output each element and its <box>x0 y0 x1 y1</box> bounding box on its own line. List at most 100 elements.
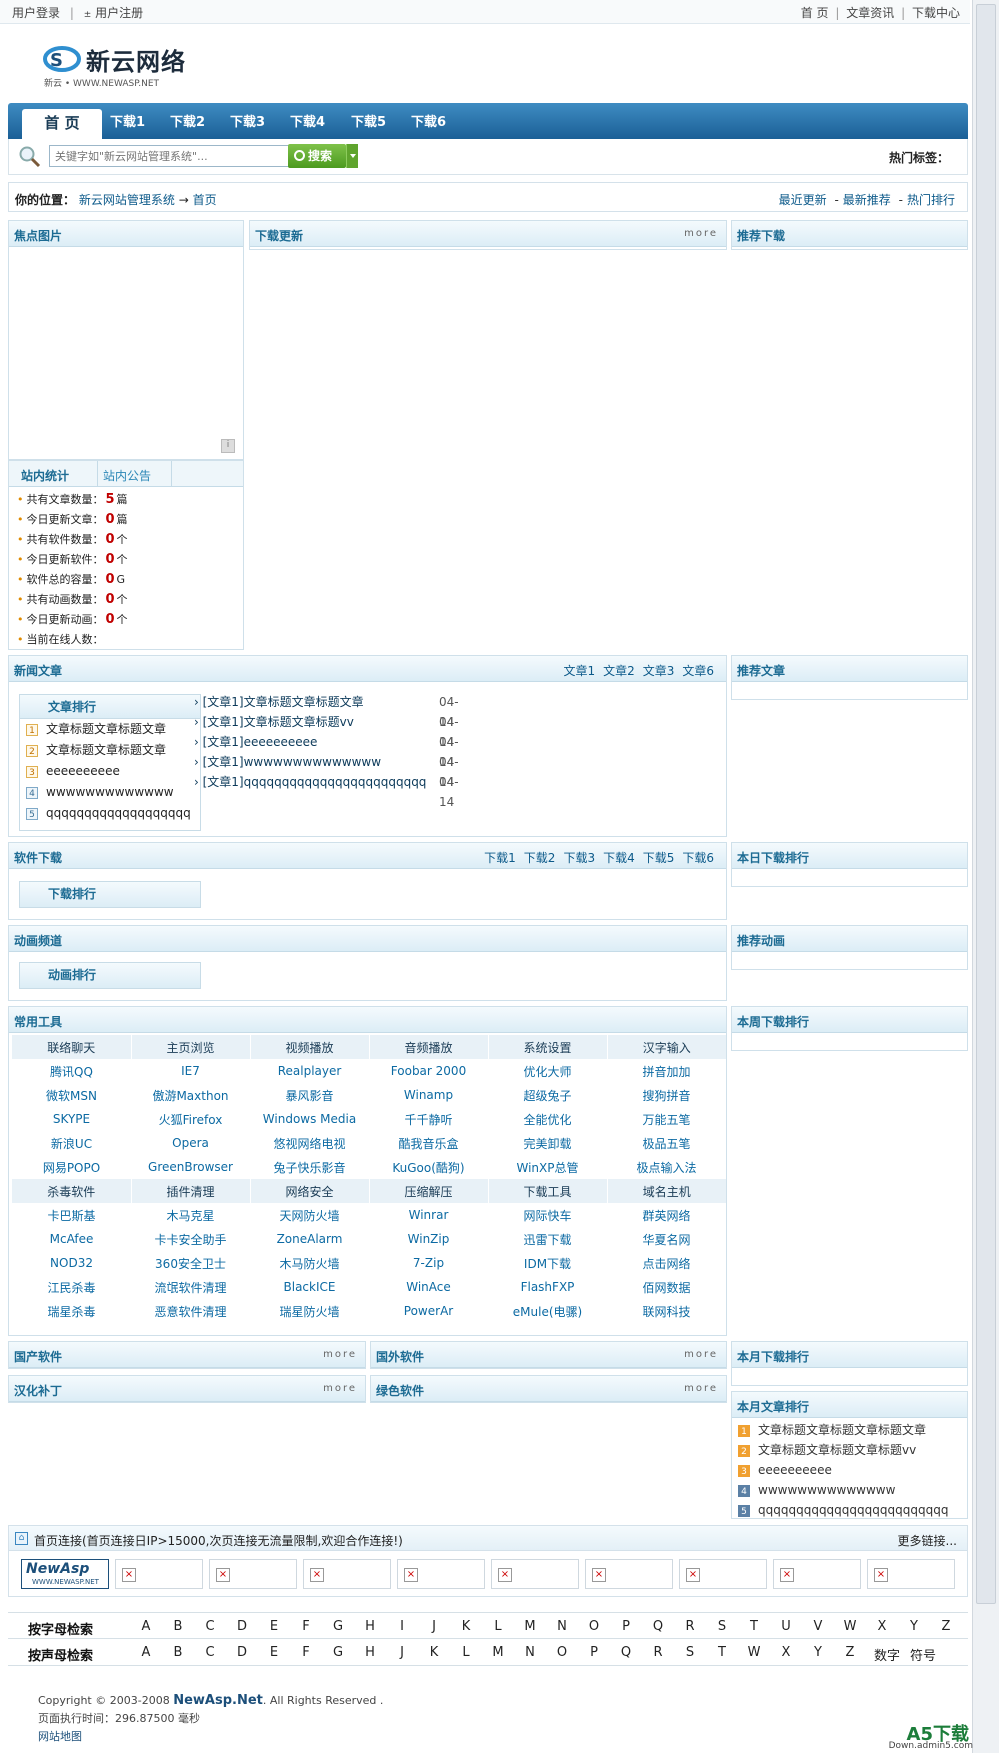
letter-link[interactable]: F <box>296 1645 316 1660</box>
tool-link[interactable]: NOD32 <box>12 1251 131 1275</box>
breadcrumb-home[interactable]: 首页 <box>193 193 217 207</box>
tool-link[interactable]: 悠视网络电视 <box>250 1131 369 1155</box>
nav-tab-download-1[interactable]: 下载1 <box>110 111 145 130</box>
soft-cat-link[interactable]: 下载1 <box>484 851 516 865</box>
tool-link[interactable]: 瑞星杀毒 <box>12 1299 131 1323</box>
login-link[interactable]: 用户登录 <box>12 6 60 20</box>
news-cat-link[interactable]: 文章3 <box>643 664 675 678</box>
tool-link[interactable]: 兔子快乐影音 <box>250 1155 369 1179</box>
news-item[interactable]: › [文章1]eeeeeeeeee 04-14 <box>194 732 459 769</box>
friend-link-box[interactable]: × <box>773 1559 861 1589</box>
tool-link[interactable]: 完美卸载 <box>488 1131 607 1155</box>
tool-link[interactable]: Opera <box>131 1131 250 1155</box>
tool-link[interactable]: 恶意软件清理 <box>131 1299 250 1323</box>
tool-link[interactable]: IDM下载 <box>488 1251 607 1275</box>
letter-link[interactable]: C <box>200 1645 220 1660</box>
more-link[interactable]: more <box>684 1349 718 1360</box>
tool-link[interactable]: 卡卡安全助手 <box>131 1227 250 1251</box>
letter-link[interactable]: Z <box>840 1645 860 1660</box>
tool-link[interactable]: ZoneAlarm <box>250 1227 369 1251</box>
tool-link[interactable]: 酷我音乐盒 <box>369 1131 488 1155</box>
tool-link[interactable]: 群英网络 <box>607 1203 726 1227</box>
list-item[interactable]: 1 文章标题文章标题文章 <box>20 719 200 740</box>
letter-link[interactable]: J <box>424 1619 444 1634</box>
letter-link[interactable]: B <box>168 1619 188 1634</box>
nav-tab-download-6[interactable]: 下载6 <box>411 111 446 130</box>
tool-link[interactable]: 卡巴斯基 <box>12 1203 131 1227</box>
tool-link[interactable]: 极点输入法 <box>607 1155 726 1179</box>
tool-link[interactable]: GreenBrowser <box>131 1155 250 1179</box>
letter-link[interactable]: I <box>392 1619 412 1634</box>
slide-control-icon[interactable]: i <box>221 439 235 453</box>
list-item[interactable]: 2 文章标题文章标题文章标题vv <box>738 1440 963 1460</box>
letter-link[interactable]: R <box>648 1645 668 1660</box>
tool-link[interactable]: KuGoo(酷狗) <box>369 1155 488 1179</box>
letter-link[interactable]: C <box>200 1619 220 1634</box>
friend-link-box[interactable]: × <box>679 1559 767 1589</box>
letter-link[interactable]: G <box>328 1645 348 1660</box>
latest-update-link[interactable]: 最近更新 <box>779 193 827 207</box>
tool-link[interactable]: 华夏名网 <box>607 1227 726 1251</box>
tool-link[interactable]: 流氓软件清理 <box>131 1275 250 1299</box>
notice-tab[interactable]: 站内公告 <box>103 467 151 484</box>
tool-link[interactable]: 千千静听 <box>369 1107 488 1131</box>
soft-cat-link[interactable]: 下载5 <box>643 851 675 865</box>
nav-tab-download-5[interactable]: 下载5 <box>351 111 386 130</box>
friend-link-box[interactable]: × <box>303 1559 391 1589</box>
news-item[interactable]: › [文章1]文章标题文章标题vv 04-14 <box>194 712 459 749</box>
list-item[interactable]: 3 eeeeeeeeee <box>20 761 200 782</box>
tool-link[interactable]: Winamp <box>369 1083 488 1107</box>
newasp-logo[interactable]: NewAsp WWW.NEWASP.NET <box>21 1559 109 1589</box>
tool-link[interactable]: FlashFXP <box>488 1275 607 1299</box>
tool-link[interactable]: 优化大师 <box>488 1059 607 1083</box>
tool-link[interactable]: 点击网络 <box>607 1251 726 1275</box>
news-cat-link[interactable]: 文章2 <box>603 664 635 678</box>
nav-tab-home[interactable]: 首 页 <box>22 109 102 139</box>
tool-link[interactable]: 木马防火墙 <box>250 1251 369 1275</box>
letter-link[interactable]: H <box>360 1619 380 1634</box>
search-dropdown-icon[interactable] <box>346 144 358 168</box>
tool-link[interactable]: 搜狗拼音 <box>607 1083 726 1107</box>
tool-link[interactable]: 7-Zip <box>369 1251 488 1275</box>
soft-cat-link[interactable]: 下载6 <box>682 851 714 865</box>
friend-link-box[interactable]: × <box>115 1559 203 1589</box>
tool-link[interactable]: 天网防火墙 <box>250 1203 369 1227</box>
list-item[interactable]: 3 eeeeeeeeee <box>738 1460 963 1480</box>
tool-link[interactable]: BlackICE <box>250 1275 369 1299</box>
tool-link[interactable]: 全能优化 <box>488 1107 607 1131</box>
tool-link[interactable]: Foobar 2000 <box>369 1059 488 1083</box>
more-link[interactable]: more <box>323 1349 357 1360</box>
scrollbar[interactable] <box>972 0 999 1753</box>
friend-link-box[interactable]: × <box>585 1559 673 1589</box>
letter-link[interactable]: H <box>360 1645 380 1660</box>
tool-link[interactable]: 暴风影音 <box>250 1083 369 1107</box>
hot-rank-link[interactable]: 热门排行 <box>907 193 955 207</box>
list-item[interactable]: 1 文章标题文章标题文章标题文章 <box>738 1420 963 1440</box>
letter-link[interactable]: 数字 <box>872 1645 902 1664</box>
more-link[interactable]: more <box>323 1383 357 1394</box>
site-logo[interactable]: S 新云网络 新云 • WWW.NEWASP.NET <box>42 42 202 92</box>
register-link[interactable]: 用户注册 <box>95 6 143 20</box>
letter-link[interactable]: S <box>680 1645 700 1660</box>
letter-link[interactable]: N <box>552 1619 572 1634</box>
search-input[interactable] <box>49 145 289 167</box>
letter-link[interactable]: S <box>712 1619 732 1634</box>
letter-link[interactable]: T <box>712 1645 732 1660</box>
letter-link[interactable]: G <box>328 1619 348 1634</box>
friend-link-box[interactable]: × <box>209 1559 297 1589</box>
nav-tab-download-3[interactable]: 下载3 <box>230 111 265 130</box>
tool-link[interactable]: Realplayer <box>250 1059 369 1083</box>
list-item[interactable]: 2 文章标题文章标题文章 <box>20 740 200 761</box>
letter-link[interactable]: M <box>488 1645 508 1660</box>
tool-link[interactable]: WinXP总管 <box>488 1155 607 1179</box>
tool-link[interactable]: WinZip <box>369 1227 488 1251</box>
scrollbar-thumb[interactable] <box>976 4 996 1604</box>
soft-cat-link[interactable]: 下载3 <box>563 851 595 865</box>
friend-link-box[interactable]: × <box>491 1559 579 1589</box>
tool-link[interactable]: 联网科技 <box>607 1299 726 1323</box>
more-link[interactable]: more <box>684 228 718 239</box>
breadcrumb-site[interactable]: 新云网站管理系统 <box>79 193 175 207</box>
tool-link[interactable]: 新浪UC <box>12 1131 131 1155</box>
soft-cat-link[interactable]: 下载4 <box>603 851 635 865</box>
tool-link[interactable]: 网际快车 <box>488 1203 607 1227</box>
